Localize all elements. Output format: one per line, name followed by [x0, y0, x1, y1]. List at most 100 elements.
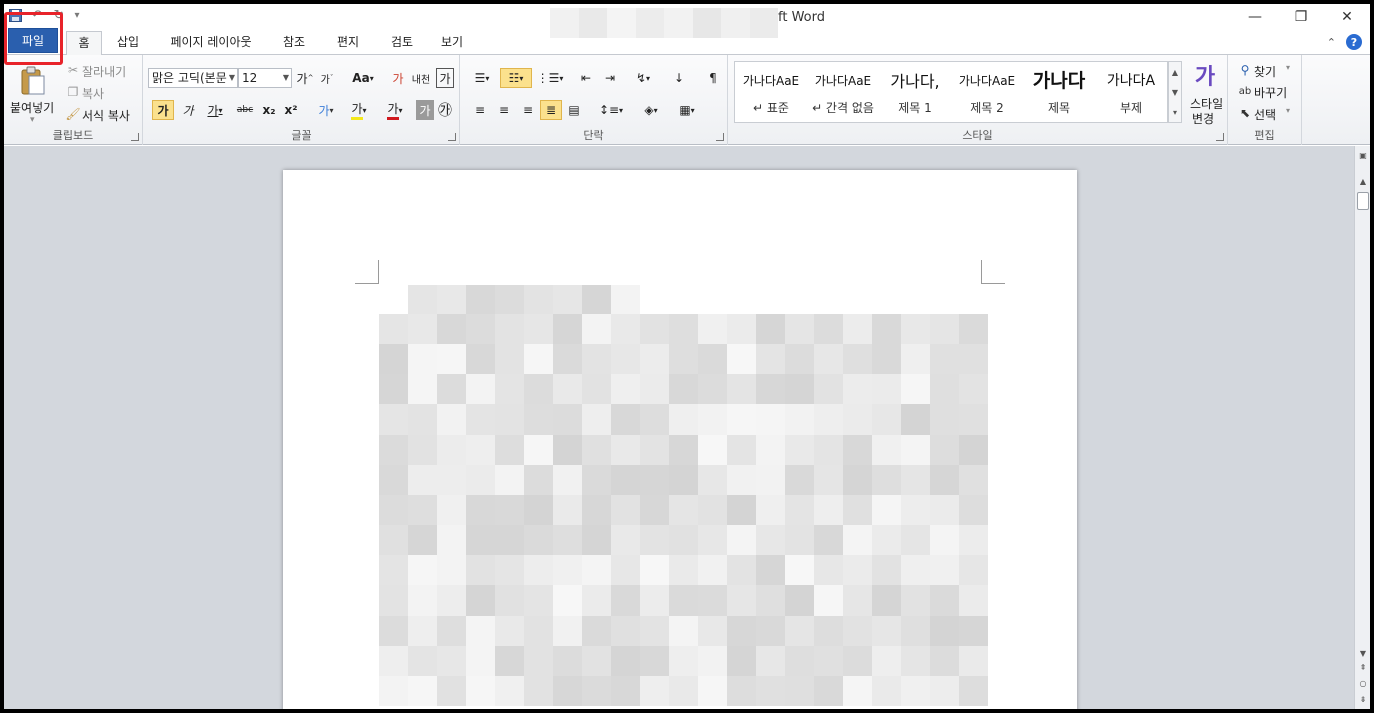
- copy-button[interactable]: 복사: [82, 85, 104, 102]
- tab-page-layout[interactable]: 페이지 레이아웃: [156, 31, 266, 55]
- redaction-cell: [640, 314, 669, 345]
- tab-insert[interactable]: 삽입: [108, 31, 148, 55]
- shading-icon[interactable]: ◈ ▾: [636, 100, 666, 120]
- phonetic-guide-button[interactable]: 내천: [410, 68, 432, 88]
- browse-object-icon[interactable]: ○: [1356, 676, 1370, 690]
- ruler-toggle-icon[interactable]: ▣: [1356, 148, 1370, 162]
- style-item[interactable]: 가나다 제목: [1023, 62, 1095, 122]
- paste-icon[interactable]: [18, 65, 48, 97]
- align-left-icon[interactable]: ≡: [470, 100, 490, 120]
- highlight-color-button[interactable]: 가 ▾: [344, 100, 374, 120]
- vertical-scrollbar[interactable]: ▣ ▲ ▼ ⇞ ○ ⇟: [1354, 146, 1370, 709]
- redaction-cell: [756, 434, 785, 465]
- font-name-combo[interactable]: 맑은 고딕(본문 ▼: [148, 68, 238, 88]
- help-icon[interactable]: ?: [1346, 34, 1362, 50]
- enclosed-char-label: ㉮: [438, 103, 452, 119]
- font-size-dropdown-icon[interactable]: ▼: [283, 69, 289, 87]
- paste-dropdown-icon[interactable]: ▾: [30, 115, 35, 125]
- change-case-button[interactable]: Aa ▾: [348, 68, 378, 88]
- tab-home[interactable]: 홈: [66, 31, 102, 56]
- customize-qat-icon[interactable]: ▾: [72, 6, 82, 24]
- justify-icon[interactable]: ≣: [540, 100, 562, 120]
- sort-icon[interactable]: ↓: [668, 68, 690, 88]
- text-effects-button[interactable]: 가 ▾: [312, 100, 340, 120]
- underline-button[interactable]: 가 ▾: [202, 100, 228, 120]
- subscript-label: x₂: [262, 103, 276, 117]
- find-dropdown-icon[interactable]: ▾: [1286, 63, 1290, 72]
- minimize-button[interactable]: —: [1232, 4, 1278, 30]
- styles-gallery-scroll[interactable]: ▲ ▼ ▾: [1168, 61, 1182, 123]
- document-page[interactable]: [283, 170, 1077, 709]
- style-item[interactable]: 가나다AaE 제목 2: [951, 62, 1023, 122]
- char-shading-button[interactable]: 가: [416, 100, 434, 120]
- change-styles-icon[interactable]: 가: [1190, 61, 1220, 90]
- superscript-button[interactable]: x²: [282, 100, 300, 120]
- style-item[interactable]: 가나다, 제목 1: [879, 62, 951, 122]
- redaction-cell: [814, 434, 843, 465]
- font-color-button[interactable]: 가 ▾: [380, 100, 410, 120]
- tab-references[interactable]: 참조: [274, 31, 314, 55]
- style-item[interactable]: 가나다AaE ↵ 간격 없음: [807, 62, 879, 122]
- redaction-cell: [727, 464, 756, 495]
- show-marks-icon[interactable]: ¶: [704, 68, 722, 88]
- replace-button[interactable]: 바꾸기: [1254, 84, 1287, 101]
- cut-button[interactable]: 잘라내기: [82, 63, 126, 80]
- close-button[interactable]: ✕: [1324, 4, 1370, 30]
- styles-launcher-icon[interactable]: [1216, 133, 1224, 141]
- prev-page-icon[interactable]: ⇞: [1356, 660, 1370, 674]
- redaction-cell: [930, 464, 959, 495]
- redaction-cell: [901, 344, 930, 375]
- redaction-cell: [611, 645, 640, 676]
- collapse-ribbon-icon[interactable]: ⌃: [1327, 36, 1336, 49]
- style-item[interactable]: 가나다A 부제: [1095, 62, 1167, 122]
- grow-font-button[interactable]: 가 ^: [296, 68, 314, 88]
- borders-icon[interactable]: ▦ ▾: [672, 100, 702, 120]
- scroll-up-icon[interactable]: ▲: [1356, 174, 1370, 188]
- redaction-cell: [379, 374, 408, 405]
- redaction-cell: [843, 585, 872, 616]
- redaction-cell: [669, 404, 698, 435]
- paragraph-launcher-icon[interactable]: [716, 133, 724, 141]
- numbering-icon[interactable]: ☷ ▾: [500, 68, 532, 88]
- tab-review[interactable]: 검토: [382, 31, 422, 55]
- restore-button[interactable]: ❐: [1278, 4, 1324, 30]
- subscript-button[interactable]: x₂: [260, 100, 278, 120]
- enclosed-char-button[interactable]: ㉮: [436, 100, 454, 120]
- font-size-combo[interactable]: 12 ▼: [238, 68, 292, 88]
- select-dropdown-icon[interactable]: ▾: [1286, 106, 1290, 115]
- redaction-cell: [524, 585, 553, 616]
- style-name: 제목: [1047, 101, 1071, 115]
- redaction-cell: [698, 344, 727, 375]
- style-item[interactable]: 가나다AaE ↵ 표준: [735, 62, 807, 122]
- shrink-font-button[interactable]: 가ˇ: [318, 68, 336, 88]
- select-button[interactable]: 선택: [1254, 106, 1276, 123]
- align-right-icon[interactable]: ≡: [518, 100, 538, 120]
- redaction-cell: [611, 285, 640, 314]
- distributed-icon[interactable]: ▤: [564, 100, 584, 120]
- bullets-icon[interactable]: ☰ ▾: [468, 68, 496, 88]
- clear-format-button[interactable]: 가: [388, 68, 408, 88]
- char-border-button[interactable]: 가: [436, 68, 454, 88]
- align-center-icon[interactable]: ≡: [494, 100, 514, 120]
- clipboard-launcher-icon[interactable]: [131, 133, 139, 141]
- bold-button[interactable]: 가: [152, 100, 174, 120]
- decrease-indent-icon[interactable]: ⇤: [576, 68, 596, 88]
- strikethrough-button[interactable]: abc: [234, 100, 256, 120]
- multilevel-list-icon[interactable]: ⋮☰ ▾: [536, 68, 564, 88]
- asian-layout-icon[interactable]: ↯ ▾: [628, 68, 658, 88]
- format-painter-button[interactable]: 서식 복사: [82, 107, 130, 124]
- line-spacing-icon[interactable]: ↕≡ ▾: [596, 100, 626, 120]
- tab-mailings[interactable]: 편지: [328, 31, 368, 55]
- scroll-down-icon[interactable]: ▼: [1356, 646, 1370, 660]
- font-launcher-icon[interactable]: [448, 133, 456, 141]
- paste-button[interactable]: 붙여넣기: [10, 99, 54, 116]
- next-page-icon[interactable]: ⇟: [1356, 692, 1370, 706]
- change-styles-label-2[interactable]: 변경: [1192, 110, 1214, 127]
- redaction-cell: [930, 585, 959, 616]
- font-name-dropdown-icon[interactable]: ▼: [229, 69, 235, 87]
- increase-indent-icon[interactable]: ⇥: [600, 68, 620, 88]
- tab-view[interactable]: 보기: [432, 31, 472, 55]
- scroll-thumb[interactable]: [1357, 192, 1369, 210]
- italic-button[interactable]: 가: [178, 100, 198, 120]
- find-button[interactable]: 찾기: [1254, 63, 1276, 80]
